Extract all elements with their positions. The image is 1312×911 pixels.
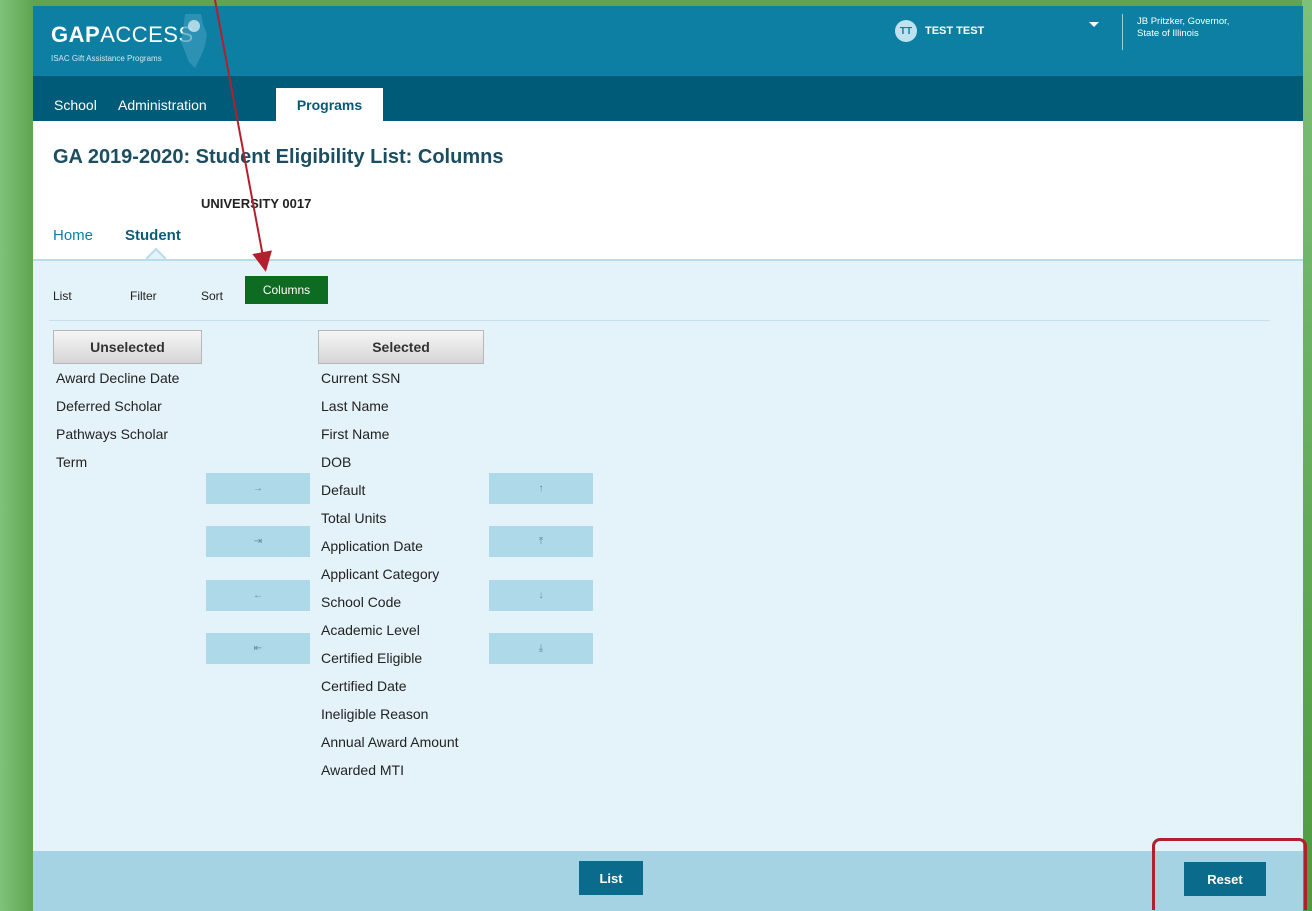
add-all-columns-button[interactable]: ⇥: [206, 526, 310, 557]
subnav-sort[interactable]: Sort: [201, 289, 223, 303]
gap-access-logo[interactable]: GAPACCESS ISAC Gift Assistance Programs: [51, 14, 241, 72]
list-item[interactable]: Pathways Scholar: [56, 422, 179, 450]
list-item[interactable]: Academic Level: [321, 618, 459, 646]
list-item[interactable]: Applicant Category: [321, 562, 459, 590]
page-background: [1302, 0, 1312, 911]
header-divider: [1122, 14, 1123, 50]
subtab-home[interactable]: Home: [53, 227, 93, 244]
top-header: GAPACCESS ISAC Gift Assistance Programs …: [33, 6, 1303, 76]
selected-header: Selected: [318, 330, 484, 364]
list-item[interactable]: School Code: [321, 590, 459, 618]
subtab-student[interactable]: Student: [125, 227, 181, 244]
main-nav: School Administration Programs: [33, 76, 1303, 121]
governor-state: State of Illinois: [1137, 28, 1199, 39]
list-item[interactable]: Award Decline Date: [56, 366, 179, 394]
list-item[interactable]: DOB: [321, 450, 459, 478]
school-name: UNIVERSITY 0017: [201, 196, 312, 211]
page-header: GA 2019-2020: Student Eligibility List: …: [33, 121, 1303, 259]
subnav-columns[interactable]: Columns: [245, 276, 328, 304]
list-item[interactable]: Term: [56, 450, 179, 478]
subnav-divider: [49, 320, 1270, 321]
governor-text: JB Pritzker, Governor, State of Illinois: [1137, 16, 1297, 40]
list-item[interactable]: Deferred Scholar: [56, 394, 179, 422]
user-menu[interactable]: TT TEST TEST: [895, 18, 984, 44]
list-item[interactable]: Current SSN: [321, 366, 459, 394]
list-item[interactable]: Annual Award Amount: [321, 730, 459, 758]
user-name: TEST TEST: [925, 25, 985, 37]
tab-programs[interactable]: Programs: [276, 88, 383, 121]
illinois-map-icon: [181, 14, 207, 68]
logo-brand-bold: GAP: [51, 22, 101, 47]
tab-school[interactable]: School: [54, 97, 97, 113]
chevron-down-icon[interactable]: [1089, 22, 1099, 27]
list-item[interactable]: Default: [321, 478, 459, 506]
remove-all-columns-button[interactable]: ⇤: [206, 633, 310, 664]
list-item[interactable]: Last Name: [321, 394, 459, 422]
move-up-button[interactable]: ↑: [489, 473, 593, 504]
subnav-list[interactable]: List: [53, 289, 72, 303]
unselected-header: Unselected: [53, 330, 202, 364]
list-item[interactable]: Awarded MTI: [321, 758, 459, 786]
avatar: TT: [895, 20, 917, 42]
page-title: GA 2019-2020: Student Eligibility List: …: [53, 146, 504, 168]
list-item[interactable]: Total Units: [321, 506, 459, 534]
list-button[interactable]: List: [579, 861, 643, 895]
unselected-list: Award Decline Date Deferred Scholar Path…: [56, 366, 179, 478]
add-column-button[interactable]: →: [206, 473, 310, 504]
list-item[interactable]: Application Date: [321, 534, 459, 562]
remove-column-button[interactable]: ←: [206, 580, 310, 611]
footer-bar: List Reset: [33, 851, 1303, 911]
list-item[interactable]: Certified Eligible: [321, 646, 459, 674]
logo-subtitle: ISAC Gift Assistance Programs: [51, 54, 162, 63]
move-top-button[interactable]: ⤒: [489, 526, 593, 557]
list-item[interactable]: First Name: [321, 422, 459, 450]
app-window: GAPACCESS ISAC Gift Assistance Programs …: [33, 6, 1303, 911]
governor-name: JB Pritzker, Governor,: [1137, 16, 1230, 27]
section-divider: [33, 259, 1303, 261]
reset-highlight-annotation: [1152, 838, 1307, 910]
tab-administration[interactable]: Administration: [118, 97, 207, 113]
list-item[interactable]: Certified Date: [321, 674, 459, 702]
move-bottom-button[interactable]: ⤓: [489, 633, 593, 664]
selected-list: Current SSN Last Name First Name DOB Def…: [321, 366, 459, 786]
list-item[interactable]: Ineligible Reason: [321, 702, 459, 730]
move-down-button[interactable]: ↓: [489, 580, 593, 611]
subnav-filter[interactable]: Filter: [130, 289, 157, 303]
